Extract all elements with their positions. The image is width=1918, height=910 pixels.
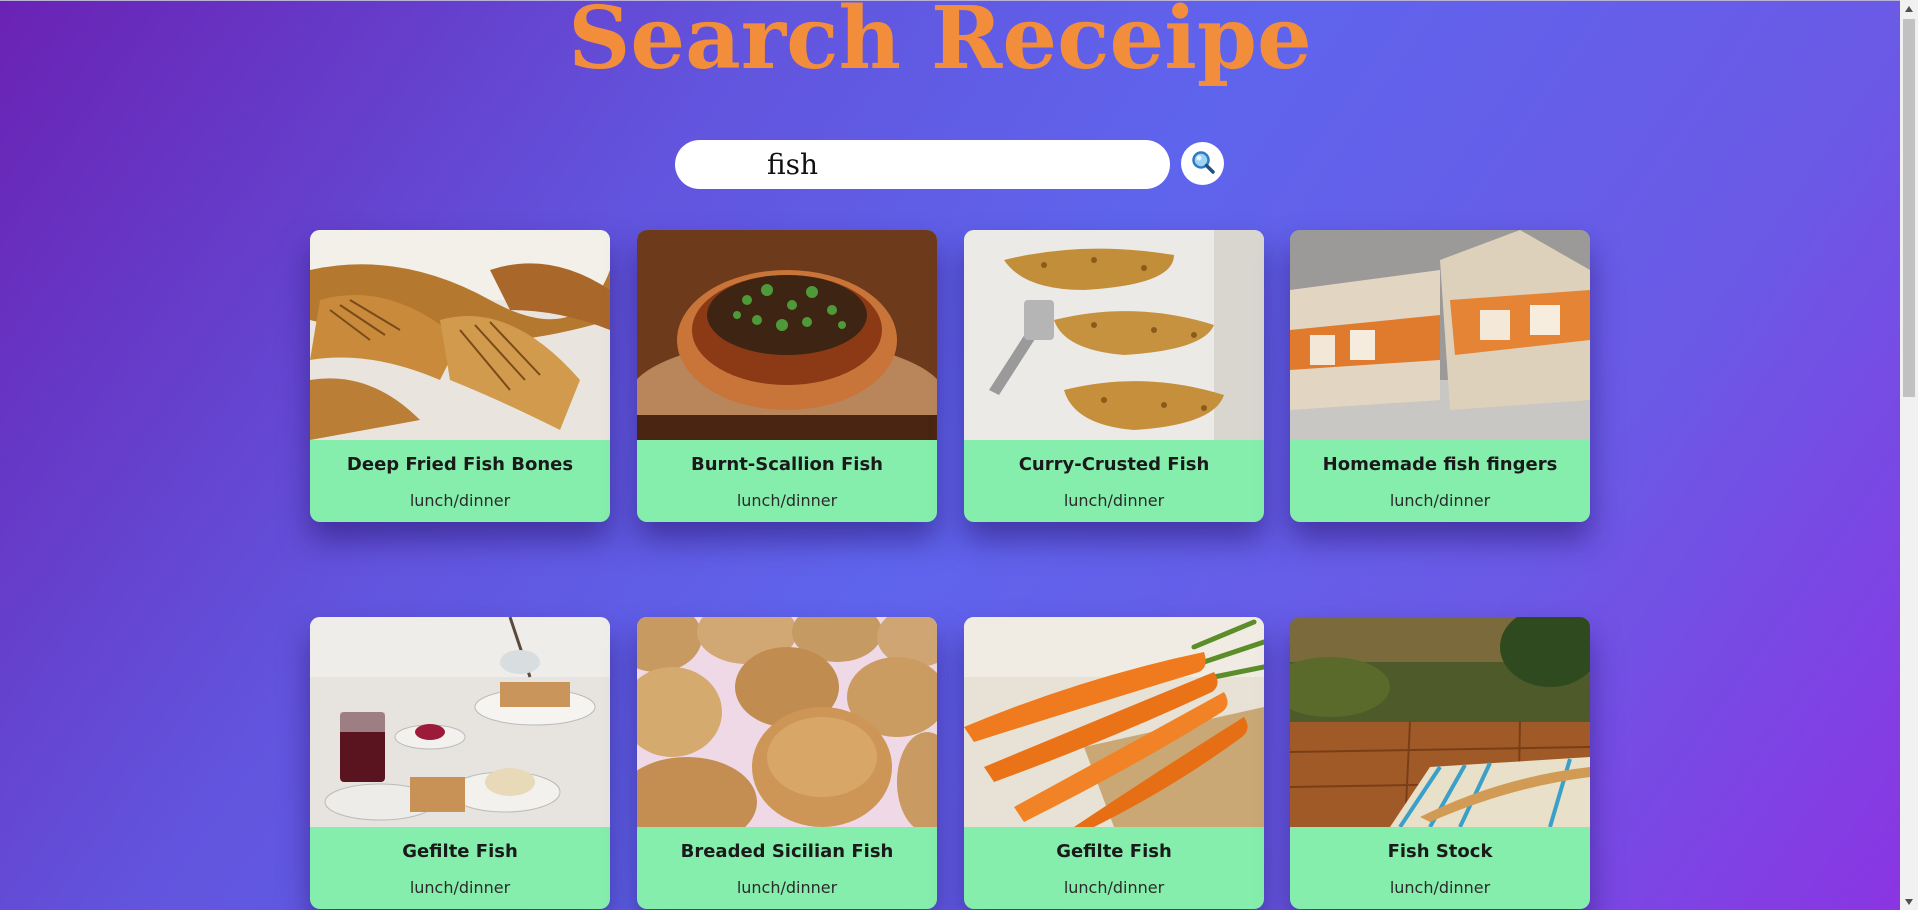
recipe-card[interactable]: Gefilte Fish lunch/dinner <box>310 617 610 909</box>
scroll-down-arrow-icon[interactable] <box>1900 893 1918 910</box>
recipe-title: Burnt-Scallion Fish <box>690 454 884 475</box>
recipe-title: Fish Stock <box>1387 841 1493 862</box>
recipe-title: Curry-Crusted Fish <box>1018 454 1210 475</box>
recipe-meal-type: lunch/dinner <box>1389 491 1491 510</box>
wooden-table-photo <box>1290 617 1590 827</box>
recipe-meal-type: lunch/dinner <box>736 491 838 510</box>
scroll-up-arrow-icon[interactable] <box>1900 0 1918 17</box>
recipe-card[interactable]: Burnt-Scallion Fish lunch/dinner <box>637 230 937 522</box>
recipe-title: Gefilte Fish <box>402 841 518 862</box>
recipe-meal-type: lunch/dinner <box>1063 491 1165 510</box>
recipe-title: Deep Fried Fish Bones <box>346 454 574 475</box>
search-input[interactable] <box>675 140 1170 189</box>
fried-fish-bones-photo <box>310 230 610 440</box>
scallion-fish-photo <box>637 230 937 440</box>
recipe-title: Gefilte Fish <box>1056 841 1172 862</box>
recipe-card[interactable]: Breaded Sicilian Fish lunch/dinner <box>637 617 937 909</box>
recipe-meal-type: lunch/dinner <box>1063 878 1165 897</box>
search-icon <box>1190 149 1216 178</box>
recipe-card[interactable]: Curry-Crusted Fish lunch/dinner <box>964 230 1264 522</box>
recipe-title: Homemade fish fingers <box>1322 454 1558 475</box>
recipe-card[interactable]: Deep Fried Fish Bones lunch/dinner <box>310 230 610 522</box>
recipe-meal-type: lunch/dinner <box>1389 878 1491 897</box>
recipe-title: Breaded Sicilian Fish <box>680 841 894 862</box>
vertical-scrollbar[interactable] <box>1900 0 1918 910</box>
recipe-meal-type: lunch/dinner <box>409 878 511 897</box>
recipe-meal-type: lunch/dinner <box>736 878 838 897</box>
gefilte-fish-table-photo <box>310 617 610 827</box>
carrots-photo <box>964 617 1264 827</box>
search-button[interactable] <box>1181 142 1224 185</box>
crusted-fish-photo <box>964 230 1264 440</box>
fish-finger-sandwich-photo <box>1290 230 1590 440</box>
recipe-card[interactable]: Gefilte Fish lunch/dinner <box>964 617 1264 909</box>
scrollbar-thumb[interactable] <box>1903 19 1915 397</box>
recipe-card[interactable]: Fish Stock lunch/dinner <box>1290 617 1590 909</box>
bread-rolls-photo <box>637 617 937 827</box>
recipe-card[interactable]: Homemade fish fingers lunch/dinner <box>1290 230 1590 522</box>
recipe-meal-type: lunch/dinner <box>409 491 511 510</box>
page-title: Search Receipe <box>568 0 1312 89</box>
